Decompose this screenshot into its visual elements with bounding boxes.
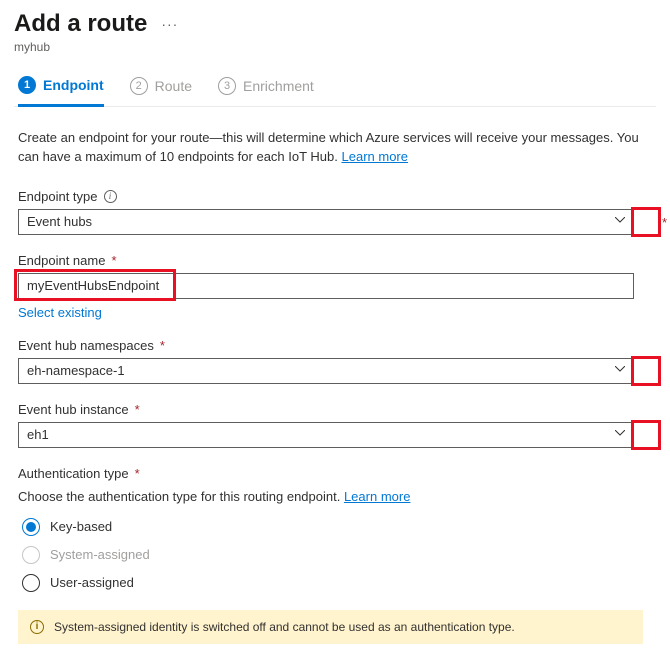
tab-badge-1: 1 [18,76,36,94]
tab-label: Endpoint [43,77,104,93]
info-icon: i [30,620,44,634]
radio-system-assigned: System-assigned [22,546,652,564]
content-area: Create an endpoint for your route—this w… [14,107,656,644]
select-value: eh-namespace-1 [27,363,125,378]
tab-badge-3: 3 [218,77,236,95]
label-namespaces: Event hub namespaces [18,338,154,353]
label-endpoint-type: Endpoint type [18,189,98,204]
auth-description: Choose the authentication type for this … [18,489,652,504]
select-value: Event hubs [27,214,92,229]
highlight-box [631,420,661,450]
chevron-down-icon [615,366,625,376]
field-endpoint-name: Endpoint name * myEventHubsEndpoint Sele… [18,253,652,320]
chevron-down-icon [615,430,625,440]
info-icon[interactable]: i [104,190,117,203]
tab-route[interactable]: 2 Route [130,68,192,106]
radio-label: System-assigned [50,547,150,562]
auth-learn-more-link[interactable]: Learn more [344,489,410,504]
label-auth-type: Authentication type [18,466,129,481]
page-header: Add a route ··· myhub [14,10,656,54]
label-instance: Event hub instance [18,402,129,417]
required-asterisk: * [662,215,667,230]
input-endpoint-name[interactable]: myEventHubsEndpoint [18,273,634,299]
highlight-box [631,356,661,386]
tab-label: Route [155,78,192,94]
wizard-tabs: 1 Endpoint 2 Route 3 Enrichment [14,68,656,107]
chevron-down-icon [615,217,625,227]
radio-key-based[interactable]: Key-based [22,518,652,536]
page-title: Add a route [14,10,147,38]
radio-user-assigned[interactable]: User-assigned [22,574,652,592]
radio-label: Key-based [50,519,112,534]
more-icon[interactable]: ··· [161,16,178,32]
field-namespaces: Event hub namespaces * eh-namespace-1 [18,338,652,384]
tab-enrichment[interactable]: 3 Enrichment [218,68,314,106]
highlight-box [631,207,661,237]
label-endpoint-name: Endpoint name [18,253,105,268]
intro-text: Create an endpoint for your route—this w… [18,129,652,167]
resource-name: myhub [14,40,656,54]
tab-badge-2: 2 [130,77,148,95]
radio-label: User-assigned [50,575,134,590]
tab-endpoint[interactable]: 1 Endpoint [18,68,104,107]
select-instance[interactable]: eh1 [18,422,634,448]
learn-more-link[interactable]: Learn more [342,149,408,164]
required-asterisk: * [111,253,116,268]
field-endpoint-type: Endpoint type i Event hubs * [18,189,652,235]
required-asterisk: * [135,402,140,417]
tab-label: Enrichment [243,78,314,94]
required-asterisk: * [160,338,165,353]
field-instance: Event hub instance * eh1 [18,402,652,448]
select-namespaces[interactable]: eh-namespace-1 [18,358,634,384]
field-auth-type: Authentication type * Choose the authent… [18,466,652,592]
select-endpoint-type[interactable]: Event hubs [18,209,634,235]
radio-icon [22,546,40,564]
banner-text: System-assigned identity is switched off… [54,620,515,634]
radio-icon [22,574,40,592]
radio-icon [22,518,40,536]
required-asterisk: * [135,466,140,481]
select-value: eh1 [27,427,49,442]
info-banner: i System-assigned identity is switched o… [18,610,643,644]
input-value: myEventHubsEndpoint [27,278,159,293]
select-existing-link[interactable]: Select existing [18,305,102,320]
